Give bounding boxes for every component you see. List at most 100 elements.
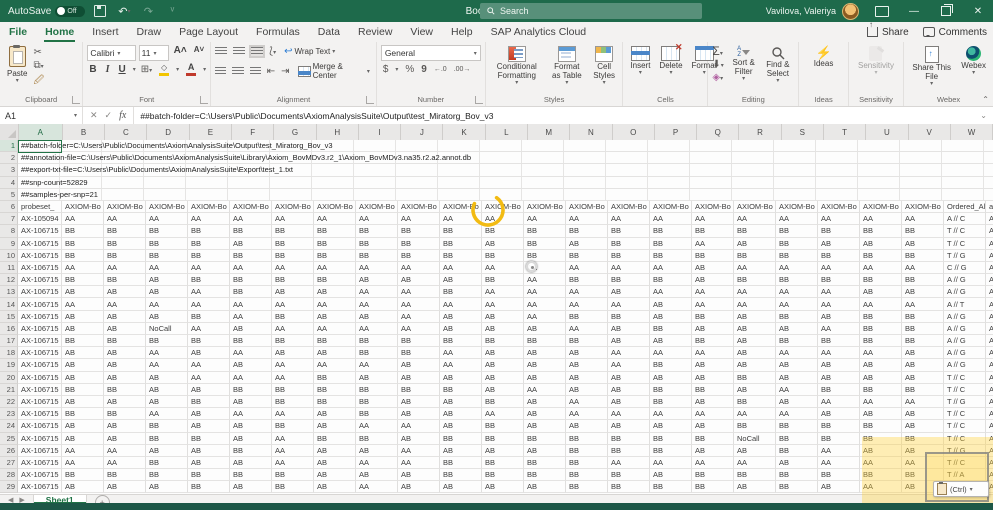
cell[interactable]: AA	[440, 359, 482, 371]
cell[interactable]: AXIOM-Bo	[566, 201, 608, 213]
cell[interactable]: AB	[314, 286, 356, 298]
format-painter-button[interactable]: 🖉	[33, 73, 44, 90]
cell[interactable]: Af	[986, 335, 993, 347]
cell[interactable]: AB	[524, 396, 566, 408]
cell[interactable]: AA	[650, 262, 692, 274]
borders-button[interactable]: ⊞▾	[141, 64, 152, 75]
cell[interactable]: AB	[776, 457, 818, 469]
cell[interactable]: AB	[860, 372, 902, 384]
clear-button[interactable]: ◈▾	[712, 72, 723, 83]
cell[interactable]: BB	[146, 469, 188, 481]
cell[interactable]: AB	[860, 286, 902, 298]
formula-input[interactable]: ##batch-folder=C:\Users\Public\Documents…	[134, 111, 980, 121]
cell[interactable]: BB	[272, 396, 314, 408]
share-this-file-button[interactable]: Share This File▾	[908, 45, 955, 89]
cell[interactable]: BB	[608, 274, 650, 286]
ribbon-tab-formulas[interactable]: Formulas	[247, 22, 309, 42]
cell[interactable]: AB	[608, 384, 650, 396]
cell[interactable]: AA	[566, 298, 608, 310]
cell[interactable]: ##export-txt-file=C:\Users\Public\Docume…	[18, 164, 993, 176]
wrap-text-button[interactable]: ↩Wrap Text▾	[282, 45, 337, 58]
cell[interactable]: Af	[986, 250, 993, 262]
row-header-21[interactable]: 21	[0, 384, 18, 396]
cell[interactable]: BB	[524, 457, 566, 469]
cell[interactable]: AB	[566, 347, 608, 359]
cell[interactable]: AA	[62, 262, 104, 274]
cell[interactable]: AB	[104, 347, 146, 359]
cell[interactable]: BB	[482, 420, 524, 432]
cell[interactable]: AA	[524, 262, 566, 274]
cell[interactable]: BB	[398, 238, 440, 250]
italic-button[interactable]: I	[104, 64, 112, 75]
cell[interactable]: Af	[986, 481, 993, 493]
cell[interactable]: AA	[230, 262, 272, 274]
cell[interactable]: AA	[146, 359, 188, 371]
clipboard-dialog-launcher[interactable]	[72, 96, 80, 104]
cell[interactable]: Af	[986, 274, 993, 286]
cell[interactable]: BB	[188, 250, 230, 262]
cell[interactable]: AA	[356, 286, 398, 298]
cell[interactable]: BB	[146, 238, 188, 250]
cell[interactable]: AB	[734, 384, 776, 396]
cell[interactable]: AA	[314, 213, 356, 225]
cell[interactable]: af	[986, 201, 993, 213]
row-header-8[interactable]: 8	[0, 225, 18, 237]
cell-styles-button[interactable]: Cell Styles▾	[590, 45, 619, 88]
cell[interactable]: AA	[314, 298, 356, 310]
cell[interactable]: AX-106715	[18, 420, 62, 432]
cell[interactable]: AB	[524, 372, 566, 384]
increase-decimal-button[interactable]: ←.0	[434, 66, 447, 73]
cell[interactable]: AB	[734, 347, 776, 359]
cell[interactable]: BB	[608, 445, 650, 457]
column-header-U[interactable]: U	[866, 124, 908, 140]
share-button[interactable]: Share	[867, 27, 909, 38]
cell[interactable]: BB	[776, 481, 818, 493]
cell[interactable]: BB	[860, 335, 902, 347]
row-header-5[interactable]: 5	[0, 189, 18, 201]
cell[interactable]: BB	[398, 347, 440, 359]
cell[interactable]: AA	[482, 213, 524, 225]
cell[interactable]: BB	[62, 335, 104, 347]
cell[interactable]: AB	[440, 481, 482, 493]
cell[interactable]: BB	[776, 274, 818, 286]
cell[interactable]: BB	[692, 335, 734, 347]
cancel-entry-icon[interactable]: ✕	[90, 110, 98, 121]
expand-formula-bar-icon[interactable]: ⌄	[980, 111, 993, 120]
cell[interactable]: Af	[986, 311, 993, 323]
find-select-button[interactable]: Find & Select▾	[762, 45, 795, 86]
cell[interactable]: AB	[440, 408, 482, 420]
percent-format-button[interactable]: %	[405, 64, 414, 75]
cell[interactable]: AA	[272, 457, 314, 469]
cell[interactable]: AA	[62, 213, 104, 225]
cell[interactable]: T // G	[944, 250, 986, 262]
column-header-T[interactable]: T	[824, 124, 866, 140]
cell[interactable]: AA	[104, 445, 146, 457]
column-header-A[interactable]: A	[19, 124, 63, 140]
cell[interactable]: BB	[650, 359, 692, 371]
cell[interactable]: AB	[272, 286, 314, 298]
cell[interactable]: BB	[482, 433, 524, 445]
cell[interactable]: AB	[356, 274, 398, 286]
cell[interactable]: AB	[188, 420, 230, 432]
cell[interactable]: T // G	[944, 396, 986, 408]
cell[interactable]: AX-106715	[18, 469, 62, 481]
cell[interactable]: AA	[272, 298, 314, 310]
cell[interactable]: AB	[188, 384, 230, 396]
cell[interactable]: AB	[902, 408, 944, 420]
cell[interactable]: AB	[902, 420, 944, 432]
cell[interactable]: AB	[524, 323, 566, 335]
cell[interactable]: BB	[230, 469, 272, 481]
undo-button[interactable]: ↶▾	[115, 3, 133, 19]
column-header-B[interactable]: B	[63, 124, 105, 140]
cell[interactable]: BB	[272, 469, 314, 481]
cell[interactable]: AXIOM-Bo	[188, 201, 230, 213]
cell[interactable]: AB	[482, 238, 524, 250]
ribbon-tab-draw[interactable]: Draw	[128, 22, 171, 42]
cell[interactable]: AA	[608, 408, 650, 420]
cell[interactable]: T // C	[944, 420, 986, 432]
cell[interactable]: AB	[524, 347, 566, 359]
cell[interactable]: AA	[188, 359, 230, 371]
cell[interactable]: BB	[188, 433, 230, 445]
cell[interactable]: AA	[188, 286, 230, 298]
cell[interactable]: AB	[650, 298, 692, 310]
